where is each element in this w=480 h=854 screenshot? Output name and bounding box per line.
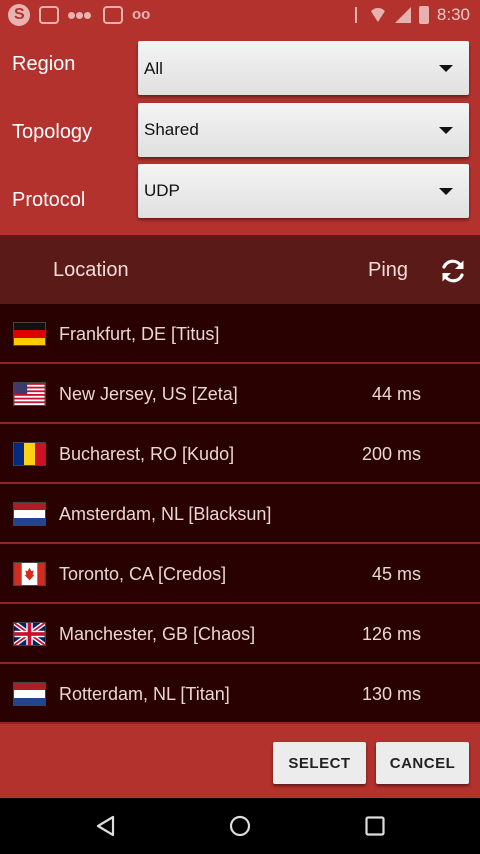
server-ping: 45 ms (371, 564, 421, 584)
server-item-frankfurt[interactable]: Frankfurt, DE [Titus] (0, 304, 480, 364)
usa-flag-icon (13, 382, 46, 406)
screen-icon (39, 6, 59, 24)
romania-flag-icon (13, 442, 46, 466)
status-bar: oo 8:30 (0, 0, 480, 30)
server-item-amsterdam[interactable]: Amsterdam, NL [Blacksun] (0, 484, 480, 544)
region-label: Region (12, 53, 76, 75)
location-column-header: Location (53, 259, 129, 281)
dialog-footer: SELECT CANCEL (0, 724, 480, 798)
server-name: New Jersey, US [Zeta] (59, 384, 238, 404)
server-item-rotterdam[interactable]: Rotterdam, NL [Titan] 130 ms (0, 664, 480, 724)
recent-apps-icon[interactable] (363, 814, 387, 838)
region-value: All (144, 59, 163, 78)
server-item-new-jersey[interactable]: New Jersey, US [Zeta] 44 ms (0, 364, 480, 424)
protocol-value: UDP (144, 181, 180, 200)
server-name: Bucharest, RO [Kudo] (59, 444, 235, 464)
navigation-bar (0, 798, 480, 854)
back-icon[interactable] (94, 814, 118, 838)
battery-icon (418, 6, 429, 24)
server-list: Frankfurt, DE [Titus] New Jersey, US [Ze… (0, 304, 480, 724)
server-item-manchester[interactable]: Manchester, GB [Chaos] 126 ms (0, 604, 480, 664)
topology-label: Topology (12, 121, 93, 143)
server-name: Frankfurt, DE [Titus] (59, 324, 220, 344)
chevron-down-icon (439, 188, 453, 195)
image-icon (103, 6, 123, 24)
chevron-down-icon (439, 127, 453, 134)
server-name: Toronto, CA [Credos] (59, 564, 227, 584)
wifi-icon (368, 8, 387, 22)
netherlands-flag-icon (13, 502, 46, 526)
chevron-down-icon (439, 65, 453, 72)
server-name: Manchester, GB [Chaos] (59, 624, 256, 644)
server-ping: 130 ms (361, 684, 421, 704)
netherlands-flag-icon (13, 682, 46, 706)
home-icon[interactable] (228, 814, 252, 838)
filter-panel: Region All Topology Shared Protocol UDP (0, 30, 480, 235)
topology-dropdown[interactable]: Shared (138, 103, 469, 157)
cancel-button[interactable]: CANCEL (376, 742, 469, 784)
protocol-label: Protocol (12, 189, 86, 211)
server-item-bucharest[interactable]: Bucharest, RO [Kudo] 200 ms (0, 424, 480, 484)
canada-flag-icon (13, 562, 46, 586)
voicemail-icon: oo (132, 6, 151, 23)
refresh-icon[interactable] (439, 257, 467, 285)
status-time: 8:30 (436, 5, 470, 24)
people-icon (68, 6, 94, 24)
server-ping: 126 ms (361, 624, 421, 644)
germany-flag-icon (13, 322, 46, 346)
uk-flag-icon (13, 622, 46, 646)
server-name: Rotterdam, NL [Titan] (59, 684, 230, 704)
region-dropdown[interactable]: All (138, 41, 469, 95)
skype-icon (8, 4, 30, 26)
server-item-toronto[interactable]: Toronto, CA [Credos] 45 ms (0, 544, 480, 604)
topology-value: Shared (144, 120, 199, 139)
ping-column-header: Ping (368, 259, 409, 281)
server-ping: 200 ms (361, 444, 421, 464)
server-name: Amsterdam, NL [Blacksun] (59, 504, 272, 524)
server-list-header: Location Ping (0, 235, 480, 304)
bluetooth-icon (354, 7, 361, 23)
protocol-dropdown[interactable]: UDP (138, 164, 469, 218)
select-button[interactable]: SELECT (273, 742, 366, 784)
signal-icon (394, 7, 411, 23)
server-ping: 44 ms (371, 384, 421, 404)
